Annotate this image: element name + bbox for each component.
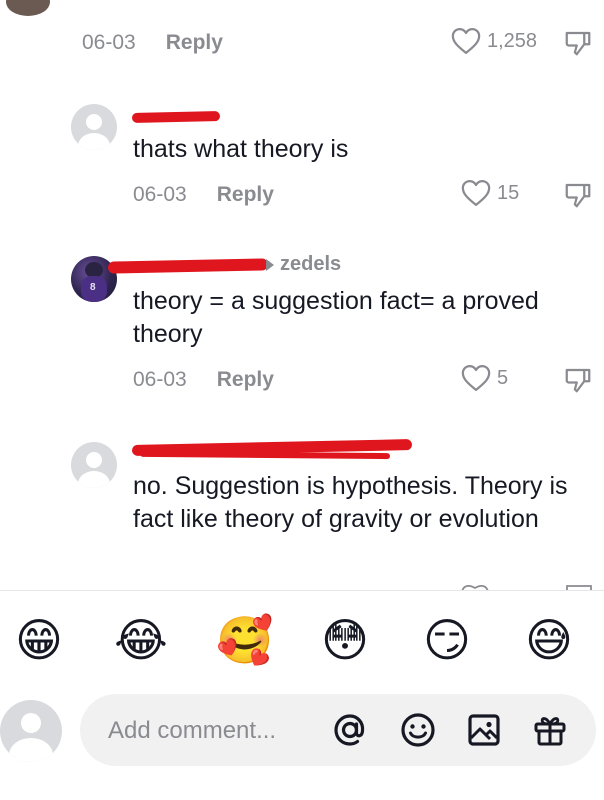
bottom-strip [0, 780, 604, 800]
comment-text: thats what theory is [133, 135, 349, 163]
like-count: 5 [497, 366, 509, 389]
emoji-joy-button[interactable]: 😂 [114, 613, 168, 667]
reply-button[interactable]: Reply [217, 368, 274, 392]
comment-input[interactable] [106, 712, 310, 750]
reply-to-username: zedels [280, 253, 342, 275]
emoji-sweat-smile-button[interactable]: 😅 [522, 613, 576, 667]
like-count: 15 [497, 181, 520, 204]
image-icon[interactable] [464, 710, 504, 755]
partial-dislike-icon [565, 580, 593, 591]
like-button[interactable]: 15 [461, 179, 519, 207]
at-icon[interactable] [330, 710, 370, 755]
emoji-grinning-button[interactable]: 😁 [12, 613, 66, 667]
reply-button[interactable]: Reply [217, 183, 274, 207]
redacted-username [131, 111, 221, 123]
comment-date: 06-03 [133, 368, 187, 391]
redacted-username [107, 258, 269, 274]
comment-composer[interactable] [80, 694, 596, 766]
reply-to-label[interactable]: zedels [266, 253, 341, 276]
emoji-smirk-button[interactable]: 😏 [420, 613, 474, 667]
emoji-bar: 😁 😂 🥰 😳 😏 😅 [0, 590, 604, 691]
heart-icon [461, 365, 491, 391]
partial-heart-icon [460, 580, 490, 593]
like-button[interactable]: 1,258 [451, 27, 537, 55]
reply-button[interactable]: Reply [166, 31, 223, 55]
like-button[interactable]: 5 [461, 364, 508, 392]
heart-icon [451, 28, 481, 54]
comment-date: 06-03 [82, 31, 136, 54]
emoji-icon[interactable] [398, 710, 438, 755]
emoji-hearts-button[interactable]: 🥰 [216, 613, 273, 667]
like-count: 1,258 [487, 29, 538, 52]
dislike-icon [565, 183, 591, 208]
previous-avatar[interactable] [6, 0, 50, 16]
dislike-icon [565, 31, 591, 56]
comment-date: 06-03 [133, 183, 187, 206]
dislike-icon [565, 368, 591, 393]
dislike-button[interactable] [563, 365, 593, 395]
dislike-button[interactable] [563, 180, 593, 210]
avatar[interactable] [71, 442, 117, 488]
comment-meta-row: 06-03 Reply [133, 180, 274, 210]
heart-icon [461, 180, 491, 206]
comment-text: theory = a suggestion fact= a proved the… [133, 287, 539, 348]
gift-icon[interactable] [530, 710, 570, 755]
redacted-username-stroke [139, 450, 391, 460]
avatar[interactable] [71, 104, 117, 150]
comment-text: no. Suggestion is hypothesis. Theory is … [133, 472, 568, 533]
emoji-flushed-button[interactable]: 😳 [318, 613, 372, 667]
comment-meta-row: 06-03 Reply [133, 365, 274, 395]
comment-meta-row: 06-03 Reply [82, 28, 223, 58]
reply-arrow-icon [266, 258, 274, 271]
default-avatar-icon[interactable] [0, 700, 62, 762]
dislike-button[interactable] [563, 28, 593, 58]
